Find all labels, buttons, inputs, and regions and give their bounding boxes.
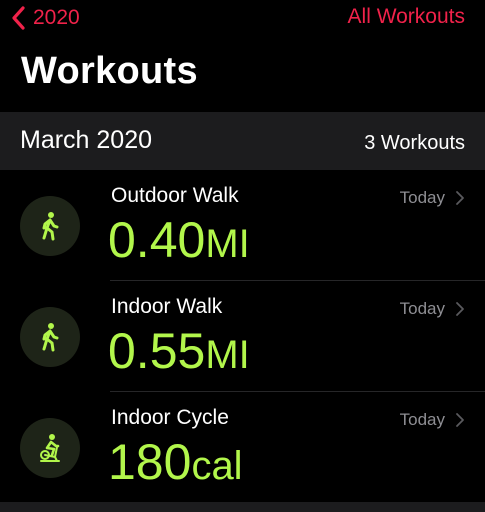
workout-date: Today bbox=[399, 188, 445, 207]
workout-date: Today bbox=[399, 410, 445, 429]
bottom-section-edge bbox=[0, 502, 485, 512]
section-header: March 2020 3 Workouts bbox=[0, 112, 485, 170]
walking-figure-icon bbox=[42, 212, 59, 241]
workout-icon-badge bbox=[20, 307, 80, 367]
workout-date: Today bbox=[399, 299, 445, 318]
workout-metric: 0.55MI bbox=[108, 321, 250, 385]
workout-metric: 180cal bbox=[108, 432, 243, 496]
page-title: Workouts bbox=[21, 50, 198, 92]
workout-row[interactable]: Indoor Walk Today 0.55MI bbox=[0, 281, 485, 392]
chevron-right-icon bbox=[456, 191, 464, 205]
workout-metric-unit: cal bbox=[191, 444, 243, 488]
workout-icon-badge bbox=[20, 418, 80, 478]
chevron-right-icon bbox=[456, 413, 464, 427]
workout-metric-value: 180 bbox=[108, 434, 192, 490]
navigation-bar: 2020 All Workouts bbox=[0, 0, 485, 40]
section-title: March 2020 bbox=[20, 126, 153, 154]
chevron-left-icon bbox=[12, 6, 25, 30]
workout-row[interactable]: Outdoor Walk Today 0.40MI bbox=[0, 170, 485, 281]
workout-metric-value: 0.40 bbox=[108, 212, 206, 268]
back-button[interactable]: 2020 bbox=[8, 3, 80, 33]
workout-name: Outdoor Walk bbox=[111, 184, 239, 207]
workout-name: Indoor Walk bbox=[111, 295, 223, 318]
workout-metric-value: 0.55 bbox=[108, 323, 206, 379]
workout-icon-badge bbox=[20, 196, 80, 256]
section-workout-count: 3 Workouts bbox=[364, 132, 465, 154]
workout-metric-unit: MI bbox=[205, 333, 250, 377]
workout-metric: 0.40MI bbox=[108, 210, 250, 274]
all-workouts-button[interactable]: All Workouts bbox=[348, 5, 465, 29]
workout-list: Outdoor Walk Today 0.40MI Indoor Walk To… bbox=[0, 170, 485, 503]
back-button-label: 2020 bbox=[33, 6, 80, 29]
walking-figure-icon bbox=[42, 323, 59, 352]
workout-name: Indoor Cycle bbox=[111, 406, 229, 429]
workout-metric-unit: MI bbox=[205, 222, 250, 266]
workout-row[interactable]: Indoor Cycle Today 180cal bbox=[0, 392, 485, 503]
stationary-bike-icon bbox=[40, 434, 60, 462]
chevron-right-icon bbox=[456, 302, 464, 316]
